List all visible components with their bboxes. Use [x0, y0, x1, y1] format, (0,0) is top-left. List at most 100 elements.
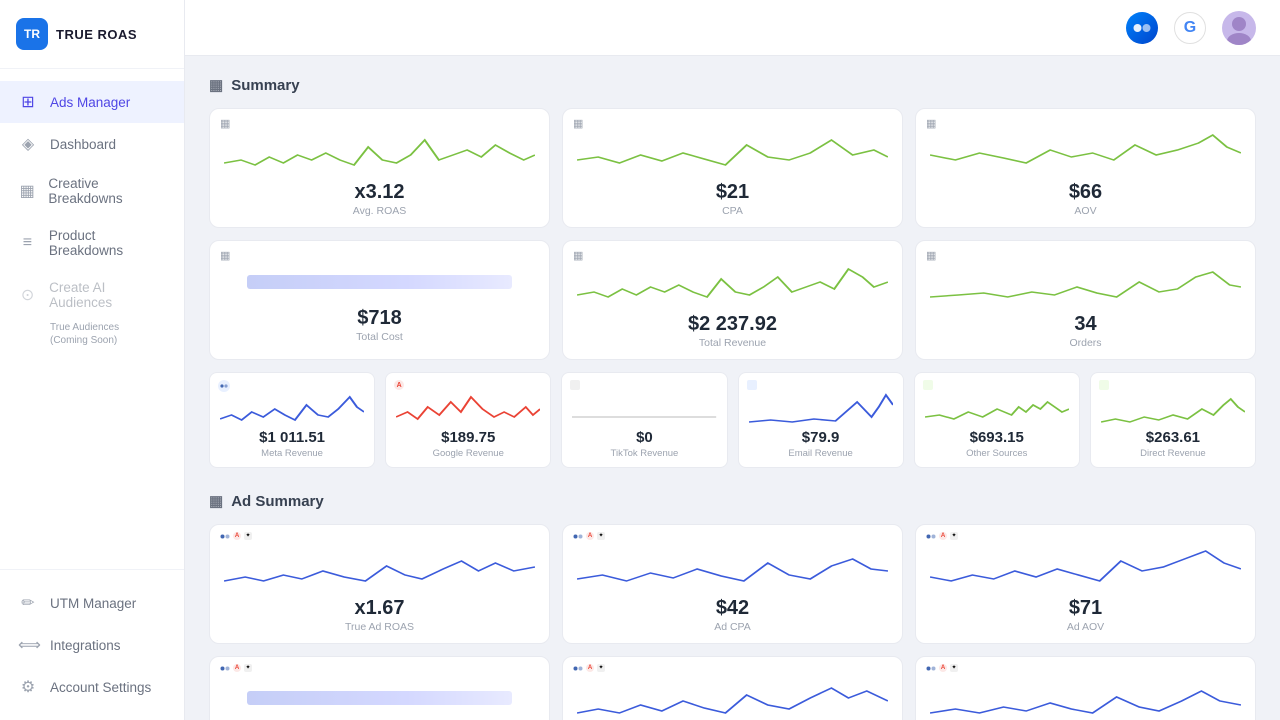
sidebar-label-creative: Creative Breakdowns: [48, 176, 166, 206]
meta-revenue-label: Meta Revenue: [220, 448, 364, 459]
total-revenue-icon: ▦: [573, 249, 583, 262]
ad-aov-card: A ✦ $71 Ad AOV: [915, 524, 1256, 644]
utm-icon: ✏: [18, 593, 38, 613]
sidebar-label-product: Product Breakdowns: [49, 228, 166, 258]
meta-integration-icon[interactable]: [1126, 12, 1158, 44]
coming-soon-label: True Audiences (Coming Soon): [0, 321, 184, 355]
summary-row2: ▦ $718 Total Cost ▦ $2 237.92 Tota: [209, 240, 1256, 360]
sidebar-label-ads-manager: Ads Manager: [50, 95, 130, 110]
summary-header: ▦ Summary: [209, 76, 1256, 94]
google-icon-group: A: [394, 380, 404, 390]
topbar: G: [185, 0, 1280, 56]
other-icon: [923, 380, 933, 390]
cpa-card: ▦ $21 CPA: [562, 108, 903, 228]
ad-summary-header: ▦ Ad Summary: [209, 492, 1256, 510]
total-ad-revenue-card: A ✦ $1 201 Total Ad Revenue (17 orders): [562, 656, 903, 720]
ad-cpa-label: Ad CPA: [577, 621, 888, 633]
summary-row3: $1 011.51 Meta Revenue A $189.75 Google …: [209, 372, 1256, 468]
orders-card: ▦ 34 Orders: [915, 240, 1256, 360]
cpa-card-icon: ▦: [573, 117, 583, 130]
direct-revenue-card: $263.61 Direct Revenue: [1090, 372, 1256, 468]
logo-icon: TR: [16, 18, 48, 50]
total-revenue-label: Total Revenue: [577, 337, 888, 349]
total-cost-value: $718: [224, 307, 535, 329]
other-sources-label: Other Sources: [925, 448, 1069, 459]
total-cost-card: ▦ $718 Total Cost: [209, 240, 550, 360]
sidebar-label-utm: UTM Manager: [50, 596, 136, 611]
true-ad-roas-label: True Ad ROAS: [224, 621, 535, 633]
creative-icon: ▦: [18, 181, 36, 201]
sidebar-item-ads-manager[interactable]: ⊞ Ads Manager: [0, 81, 184, 123]
sidebar-label-dashboard: Dashboard: [50, 137, 116, 152]
summary-row1: ▦ x3.12 Avg. ROAS ▦: [209, 108, 1256, 228]
aov-card: ▦ $66 AOV: [915, 108, 1256, 228]
sidebar-label-ai: Create AI Audiences: [49, 280, 166, 310]
ai-icon: ⊙: [18, 285, 37, 305]
ad-aov-icons: A ✦: [926, 532, 958, 540]
grid-icon: ⊞: [18, 92, 38, 112]
product-icon: ≡: [18, 234, 37, 252]
ad-aov-label: Ad AOV: [930, 621, 1241, 633]
other-sources-card: $693.15 Other Sources: [914, 372, 1080, 468]
summary-title: Summary: [231, 77, 299, 94]
total-ad-spend-card: A ✦ $718 Total Ad Spend: [209, 656, 550, 720]
user-avatar[interactable]: [1222, 11, 1256, 45]
meta-revenue-card: $1 011.51 Meta Revenue: [209, 372, 375, 468]
aov-label: AOV: [930, 205, 1241, 217]
email-revenue-value: $79.9: [749, 429, 893, 446]
sidebar-item-create-ai-audiences: ⊙ Create AI Audiences: [0, 269, 184, 321]
sidebar-item-dashboard[interactable]: ◈ Dashboard: [0, 123, 184, 165]
cpa-label: CPA: [577, 205, 888, 217]
aov-card-icon: ▦: [926, 117, 936, 130]
sidebar-item-utm-manager[interactable]: ✏ UTM Manager: [0, 582, 184, 624]
orders-icon: ▦: [926, 249, 936, 262]
sidebar-label-integrations: Integrations: [50, 638, 121, 653]
sidebar-item-creative-breakdowns[interactable]: ▦ Creative Breakdowns: [0, 165, 184, 217]
summary-section: ▦ Summary ▦ x3.12 Avg. ROAS ▦: [209, 76, 1256, 468]
email-icon: [747, 380, 757, 390]
true-ad-roas-value: x1.67: [224, 597, 535, 619]
sidebar-nav: ⊞ Ads Manager ◈ Dashboard ▦ Creative Bre…: [0, 69, 184, 569]
total-cost-label: Total Cost: [224, 331, 535, 343]
email-revenue-card: $79.9 Email Revenue: [738, 372, 904, 468]
roas-card-icon: ▦: [220, 117, 230, 130]
content-area: ▦ Summary ▦ x3.12 Avg. ROAS ▦: [185, 56, 1280, 720]
tiktok-revenue-value: $0: [572, 429, 716, 446]
ad-orders-card: A ✦ 17 Ad Orders: [915, 656, 1256, 720]
settings-icon: ⚙: [18, 677, 38, 697]
google-revenue-label: Google Revenue: [396, 448, 540, 459]
summary-icon: ▦: [209, 76, 223, 94]
total-revenue-value: $2 237.92: [577, 313, 888, 335]
sidebar-item-account-settings[interactable]: ⚙ Account Settings: [0, 666, 184, 708]
sidebar-label-settings: Account Settings: [50, 680, 151, 695]
ad-cpa-card: A ✦ $42 Ad CPA: [562, 524, 903, 644]
true-ad-roas-card: A ✦ x1.67 True Ad ROAS: [209, 524, 550, 644]
ad-roas-icons: A ✦: [220, 532, 252, 540]
sidebar-item-product-breakdowns[interactable]: ≡ Product Breakdowns: [0, 217, 184, 269]
integrations-icon: ⟺: [18, 635, 38, 655]
meta-revenue-value: $1 011.51: [220, 429, 364, 446]
ad-revenue-icons: A ✦: [573, 664, 605, 672]
roas-value: x3.12: [224, 181, 535, 203]
sidebar-item-integrations[interactable]: ⟺ Integrations: [0, 624, 184, 666]
sidebar: TR TRUE ROAS ⊞ Ads Manager ◈ Dashboard ▦…: [0, 0, 185, 720]
ad-aov-value: $71: [930, 597, 1241, 619]
roas-label: Avg. ROAS: [224, 205, 535, 217]
ad-summary-icon: ▦: [209, 492, 223, 510]
ad-summary-section: ▦ Ad Summary A ✦ x1.67: [209, 492, 1256, 720]
google-integration-icon[interactable]: G: [1174, 12, 1206, 44]
total-cost-icon: ▦: [220, 249, 230, 262]
ad-orders-icons: A ✦: [926, 664, 958, 672]
ad-summary-title: Ad Summary: [231, 493, 324, 510]
sidebar-bottom: ✏ UTM Manager ⟺ Integrations ⚙ Account S…: [0, 569, 184, 720]
google-revenue-value: $189.75: [396, 429, 540, 446]
total-revenue-card: ▦ $2 237.92 Total Revenue: [562, 240, 903, 360]
ad-cpa-icons: A ✦: [573, 532, 605, 540]
direct-revenue-label: Direct Revenue: [1101, 448, 1245, 459]
cpa-value: $21: [577, 181, 888, 203]
other-sources-value: $693.15: [925, 429, 1069, 446]
roas-card: ▦ x3.12 Avg. ROAS: [209, 108, 550, 228]
main-panel: G ▦ Summary ▦ x3.12: [185, 0, 1280, 720]
orders-label: Orders: [930, 337, 1241, 349]
ad-cpa-value: $42: [577, 597, 888, 619]
